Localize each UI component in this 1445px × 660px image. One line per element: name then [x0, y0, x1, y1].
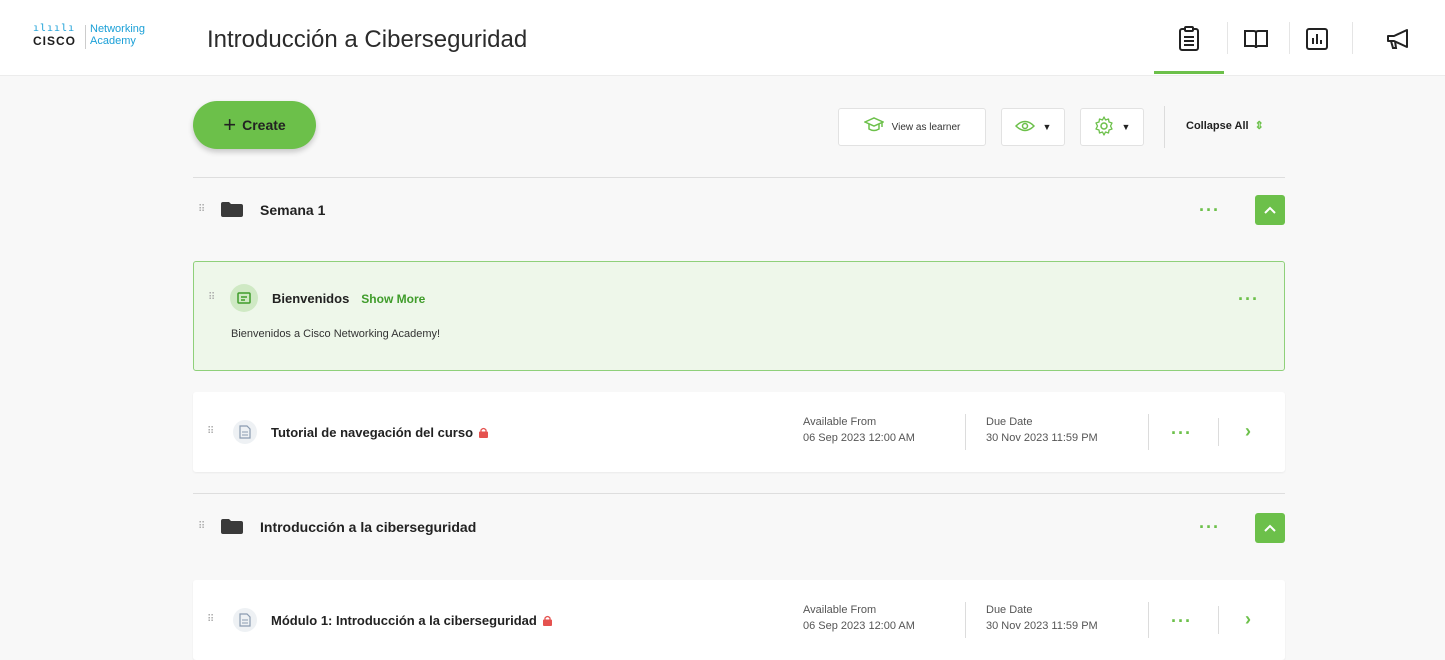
nav-divider: [1352, 22, 1353, 54]
section-introduccion-ciberseguridad: ⠿ Introducción a la ciberseguridad ···: [193, 497, 1285, 557]
item-title: Tutorial de navegación del curso: [271, 425, 474, 440]
chevron-right-icon[interactable]: ›: [1245, 421, 1251, 442]
available-from: Available From 06 Sep 2023 12:00 AM: [803, 414, 915, 446]
graduation-cap-icon: [862, 116, 885, 138]
nav-divider: [1227, 22, 1228, 54]
column-divider: [1148, 414, 1149, 450]
drag-handle-icon[interactable]: ⠿: [198, 521, 205, 532]
due-date: Due Date 30 Nov 2023 11:59 PM: [986, 414, 1098, 446]
megaphone-icon[interactable]: [1384, 24, 1414, 54]
section-divider: [193, 493, 1285, 494]
section-title: Introducción a la ciberseguridad: [260, 519, 477, 535]
available-from-value: 06 Sep 2023 12:00 AM: [803, 432, 915, 444]
column-divider: [965, 414, 966, 450]
due-date: Due Date 30 Nov 2023 11:59 PM: [986, 602, 1098, 634]
logo-academy-text: Networking Academy: [90, 23, 145, 47]
column-divider: [1148, 602, 1149, 638]
announcement-icon: [230, 284, 258, 312]
folder-icon: [221, 519, 243, 534]
top-header: ılıılı CISCO Networking Academy Introduc…: [0, 0, 1445, 76]
view-as-learner-button[interactable]: View as learner: [838, 108, 986, 146]
plus-icon: +: [223, 112, 237, 137]
list-item-bienvenidos[interactable]: ⠿ Bienvenidos Show More Bienvenidos a Ci…: [193, 261, 1285, 371]
available-from-value: 06 Sep 2023 12:00 AM: [803, 620, 915, 632]
logo-line-2: Academy: [90, 35, 136, 47]
document-icon: [233, 420, 257, 444]
more-options-icon[interactable]: ···: [1238, 290, 1259, 308]
logo-line-1: Networking: [90, 23, 146, 35]
collapse-all-label: Collapse All: [1186, 119, 1249, 132]
clipboard-icon[interactable]: [1174, 24, 1204, 54]
logo-bars: ılıılı: [33, 23, 76, 34]
collapse-all-button[interactable]: Collapse All ⇕: [1186, 119, 1264, 133]
more-options-icon[interactable]: ···: [1199, 201, 1220, 219]
view-as-learner-label: View as learner: [891, 121, 961, 133]
drag-handle-icon[interactable]: ⠿: [207, 426, 214, 437]
document-icon: [233, 608, 257, 632]
book-icon[interactable]: [1241, 24, 1271, 54]
chevron-up-icon: [1264, 206, 1276, 214]
caret-down-icon: ▼: [1121, 122, 1131, 132]
chevron-up-icon: [1264, 524, 1276, 532]
drag-handle-icon[interactable]: ⠿: [198, 204, 205, 215]
collapse-section-button[interactable]: [1255, 195, 1285, 225]
show-more-link[interactable]: Show More: [361, 292, 425, 306]
due-date-label: Due Date: [986, 604, 1033, 616]
logo-divider: [85, 25, 86, 49]
nav-active-indicator: [1154, 71, 1224, 74]
section-semana-1: ⠿ Semana 1 ···: [193, 180, 1285, 240]
item-title-row: Tutorial de navegación del curso: [271, 425, 489, 440]
section-title: Semana 1: [260, 202, 326, 218]
create-button[interactable]: + Create: [193, 101, 316, 149]
section-divider: [193, 177, 1285, 178]
create-button-label: Create: [242, 117, 286, 133]
item-title: Bienvenidos: [272, 291, 350, 306]
drag-handle-icon[interactable]: ⠿: [207, 614, 214, 625]
drag-handle-icon[interactable]: ⠿: [208, 292, 215, 303]
eye-icon: [1014, 119, 1035, 136]
settings-dropdown[interactable]: ▼: [1080, 108, 1144, 146]
column-divider: [1218, 418, 1219, 446]
collapse-section-button[interactable]: [1255, 513, 1285, 543]
more-options-icon[interactable]: ···: [1171, 424, 1192, 442]
item-title-row: Módulo 1: Introducción a la cibersegurid…: [271, 613, 552, 628]
due-date-label: Due Date: [986, 416, 1033, 428]
caret-down-icon: ▼: [1042, 122, 1052, 132]
lock-icon: [479, 427, 489, 438]
nav-divider: [1289, 22, 1290, 54]
item-description: Bienvenidos a Cisco Networking Academy!: [231, 328, 441, 340]
due-date-value: 30 Nov 2023 11:59 PM: [986, 620, 1098, 632]
folder-icon: [221, 202, 243, 217]
course-title: Introducción a Ciberseguridad: [207, 26, 528, 53]
gear-icon: [1094, 115, 1114, 139]
logo-cisco-text: CISCO: [33, 34, 77, 48]
list-item-modulo-1[interactable]: ⠿ Módulo 1: Introducción a la cibersegur…: [193, 580, 1285, 660]
chart-icon[interactable]: [1302, 24, 1332, 54]
column-divider: [1218, 606, 1219, 634]
list-item-tutorial[interactable]: ⠿ Tutorial de navegación del curso Avail…: [193, 392, 1285, 472]
item-title: Módulo 1: Introducción a la cibersegurid…: [271, 613, 537, 628]
due-date-value: 30 Nov 2023 11:59 PM: [986, 432, 1098, 444]
more-options-icon[interactable]: ···: [1199, 518, 1220, 536]
available-from-label: Available From: [803, 416, 877, 428]
more-options-icon[interactable]: ···: [1171, 612, 1192, 630]
chevron-right-icon[interactable]: ›: [1245, 609, 1251, 630]
column-divider: [965, 602, 966, 638]
lock-icon: [542, 615, 552, 626]
available-from: Available From 06 Sep 2023 12:00 AM: [803, 602, 915, 634]
toolbar-divider: [1164, 106, 1165, 148]
expand-collapse-icon: ⇕: [1254, 120, 1264, 132]
available-from-label: Available From: [803, 604, 877, 616]
visibility-dropdown[interactable]: ▼: [1001, 108, 1065, 146]
cisco-networking-academy-logo[interactable]: ılıılı CISCO Networking Academy: [33, 23, 173, 53]
item-title-row: Bienvenidos Show More: [272, 291, 425, 306]
